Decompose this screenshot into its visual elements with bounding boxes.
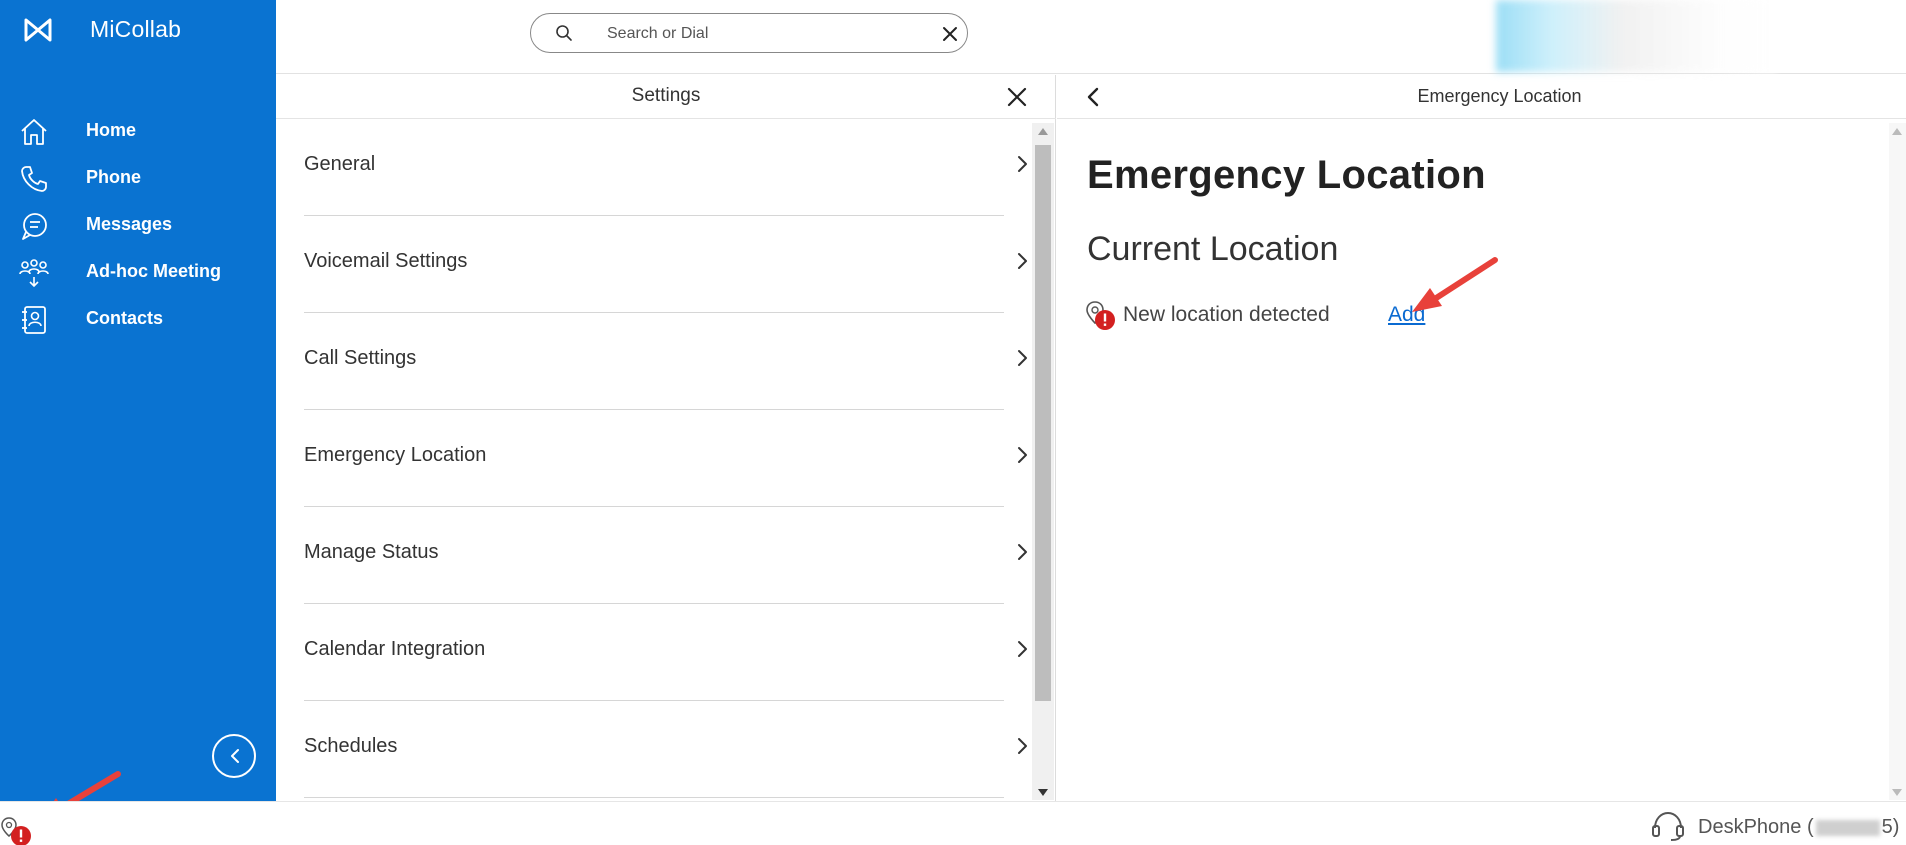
scroll-thumb[interactable] — [1035, 145, 1051, 701]
sidebar-item-label: Phone — [86, 167, 142, 187]
sidebar-item-label: Ad-hoc Meeting — [86, 261, 221, 281]
settings-item-general[interactable]: General — [304, 119, 1027, 216]
scroll-down-icon[interactable] — [1038, 789, 1048, 796]
sidebar-item-contacts[interactable]: Contacts — [0, 296, 276, 342]
search-icon — [556, 25, 572, 41]
chevron-right-icon — [1018, 641, 1027, 657]
settings-item-label: Schedules — [304, 735, 398, 757]
scroll-down-icon[interactable] — [1892, 789, 1902, 796]
contacts-icon — [22, 306, 46, 334]
chevron-right-icon — [1018, 544, 1027, 560]
settings-item-emergency-location[interactable]: Emergency Location — [304, 410, 1027, 507]
headset-icon — [1652, 811, 1684, 841]
collapse-sidebar-button[interactable] — [212, 734, 256, 778]
settings-item-calendar-integration[interactable]: Calendar Integration — [304, 604, 1027, 701]
settings-scrollbar[interactable] — [1032, 123, 1054, 800]
location-alert-icon — [1086, 301, 1115, 330]
detail-scrollbar[interactable] — [1889, 123, 1906, 800]
close-settings-icon[interactable] — [1006, 86, 1028, 108]
meeting-icon — [19, 259, 49, 288]
detail-panel: Emergency Location Emergency Location Cu… — [1057, 75, 1906, 801]
deskphone-prefix: DeskPhone ( — [1698, 816, 1814, 838]
phone-icon — [21, 166, 47, 192]
detail-header-title: Emergency Location — [1417, 86, 1582, 106]
sidebar-item-label: Messages — [86, 214, 173, 234]
chevron-right-icon — [1018, 738, 1027, 754]
location-status-text: New location detected — [1123, 303, 1330, 326]
sidebar-item-label: Home — [86, 120, 137, 140]
detail-header: Emergency Location — [1057, 75, 1906, 119]
app-name: MiCollab — [90, 16, 182, 42]
chevron-right-icon — [1018, 156, 1027, 172]
settings-item-label: General — [304, 153, 376, 175]
scroll-up-icon[interactable] — [1892, 128, 1902, 135]
location-alert-icon[interactable] — [0, 816, 34, 845]
settings-item-manage-status[interactable]: Manage Status — [304, 507, 1027, 604]
home-icon — [21, 119, 47, 145]
settings-header: Settings — [276, 75, 1056, 119]
chevron-right-icon — [1018, 350, 1027, 366]
settings-item-label: Calendar Integration — [304, 638, 486, 660]
chevron-left-icon — [231, 749, 239, 763]
chevron-right-icon — [1018, 447, 1027, 463]
sidebar: MiCollab Home Phone Messages Ad-hoc Meet… — [0, 0, 276, 801]
sidebar-item-label: Contacts — [86, 308, 164, 328]
sidebar-item-adhoc-meeting[interactable]: Ad-hoc Meeting — [0, 249, 276, 295]
settings-item-label: Call Settings — [304, 347, 417, 369]
add-location-link[interactable]: Add — [1388, 303, 1425, 327]
chevron-right-icon — [1018, 253, 1027, 269]
settings-item-call-settings[interactable]: Call Settings — [304, 313, 1027, 410]
section-title: Current Location — [1087, 230, 1339, 268]
deskphone-label: DeskPhone ( 5) — [1698, 816, 1899, 839]
deskphone-suffix: 5) — [1881, 816, 1900, 838]
sidebar-item-phone[interactable]: Phone — [0, 155, 276, 201]
location-status-row: New location detected Add — [1085, 297, 1585, 333]
search-input[interactable] — [607, 22, 907, 46]
micollab-logo-icon — [24, 18, 52, 42]
messages-icon — [22, 213, 47, 240]
redacted-number — [1815, 819, 1880, 836]
page-title: Emergency Location — [1087, 153, 1486, 197]
search-bar[interactable] — [530, 13, 968, 53]
settings-item-label: Emergency Location — [304, 444, 487, 466]
settings-panel: Settings General Voicemail Settings Call… — [276, 75, 1056, 801]
sidebar-item-home[interactable]: Home — [0, 108, 276, 154]
clear-search-icon[interactable] — [941, 25, 959, 43]
user-profile-redacted[interactable] — [1496, 0, 1776, 72]
top-bar — [276, 0, 1906, 74]
sidebar-item-messages[interactable]: Messages — [0, 202, 276, 248]
brand: MiCollab — [0, 0, 276, 60]
scroll-up-icon[interactable] — [1038, 128, 1048, 135]
settings-title: Settings — [631, 85, 701, 106]
settings-item-label: Manage Status — [304, 541, 439, 563]
settings-list: General Voicemail Settings Call Settings… — [304, 119, 1027, 798]
settings-item-voicemail[interactable]: Voicemail Settings — [304, 216, 1027, 313]
status-bar: DeskPhone ( 5) — [0, 801, 1906, 845]
settings-item-label: Voicemail Settings — [304, 250, 468, 272]
settings-item-schedules[interactable]: Schedules — [304, 701, 1027, 798]
